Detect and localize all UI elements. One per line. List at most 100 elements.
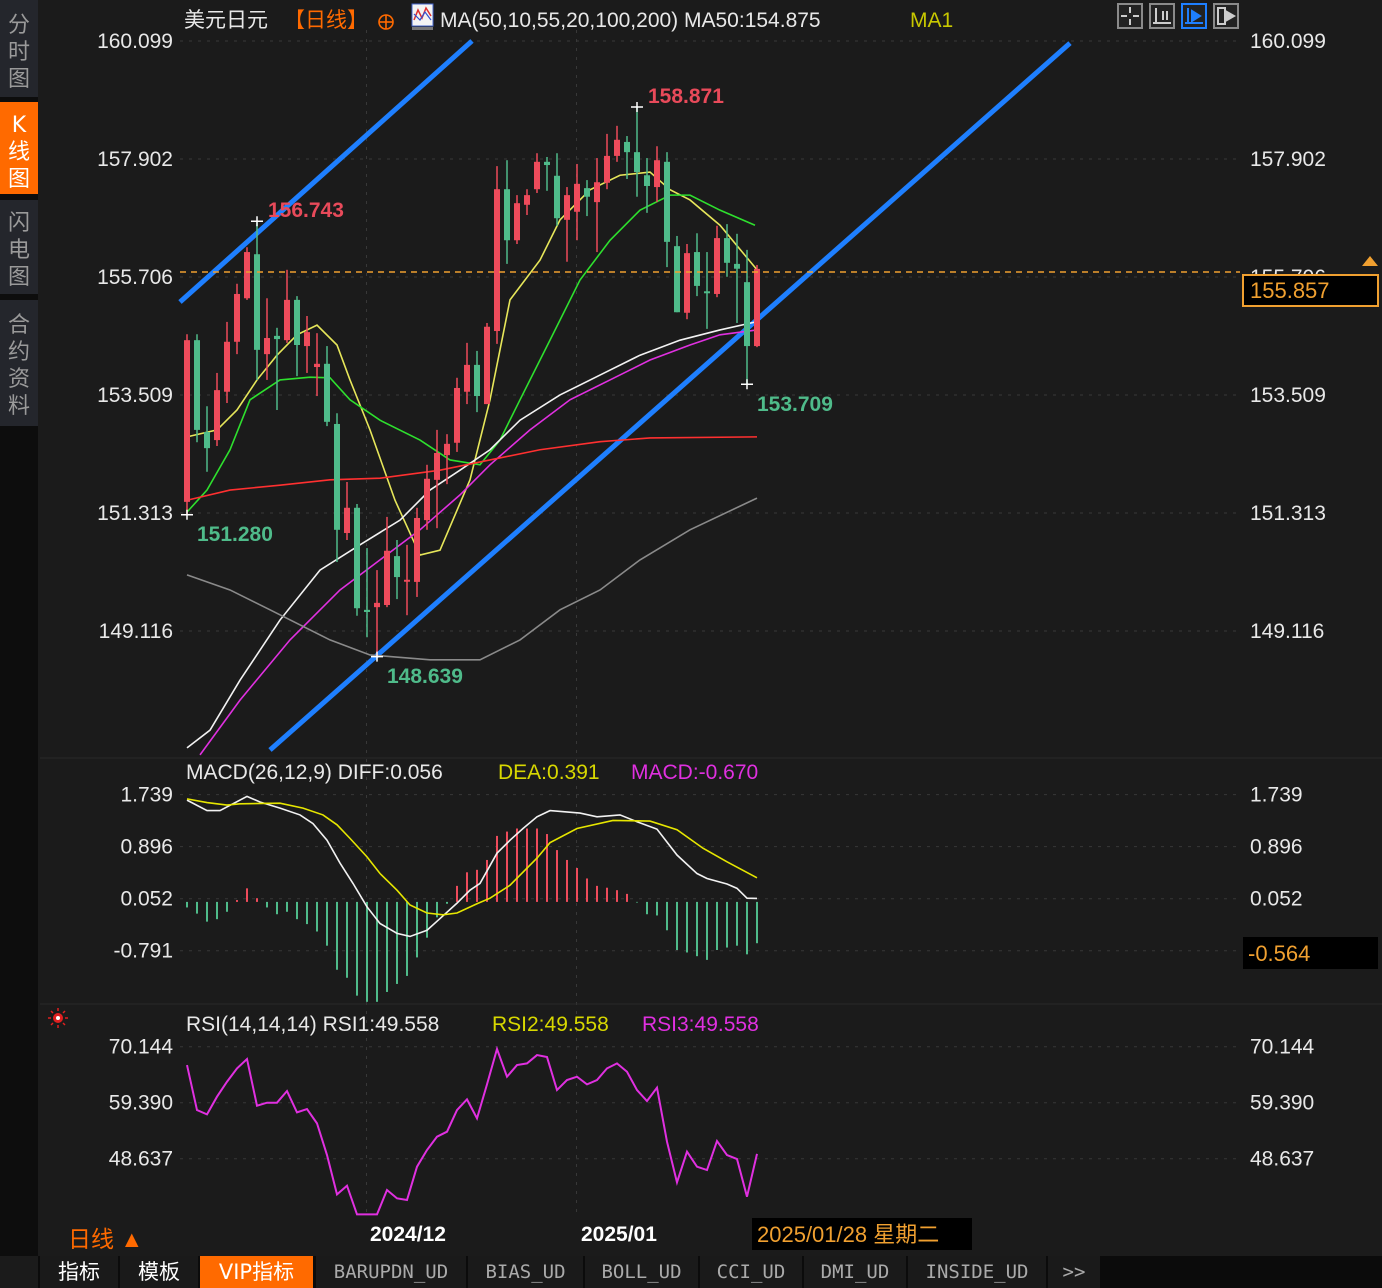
tab-vip-[interactable]: VIP指标 xyxy=(200,1256,313,1288)
high-annotation: 156.743 xyxy=(268,199,344,222)
candle-body xyxy=(724,238,730,263)
tab-barupdn-ud[interactable]: BARUPDN_UD xyxy=(316,1256,466,1288)
candle xyxy=(534,153,540,193)
tab-boll-ud[interactable]: BOLL_UD xyxy=(585,1256,698,1288)
candle-body xyxy=(424,478,430,521)
candle-body xyxy=(304,332,310,347)
macd-value-legend: MACD:-0.670 xyxy=(631,761,758,784)
y-axis-label-right: 70.144 xyxy=(1250,1036,1315,1059)
candle xyxy=(414,507,420,597)
sidebar-item-contract-info[interactable]: 合约资料 xyxy=(0,300,38,426)
candle-body xyxy=(704,291,710,294)
period-label[interactable]: 【日线】 xyxy=(284,9,368,32)
candle-body xyxy=(254,254,260,350)
tab-bias-ud[interactable]: BIAS_UD xyxy=(468,1256,583,1288)
candle-body xyxy=(404,579,410,582)
candle-body xyxy=(594,182,600,203)
candle-body xyxy=(654,160,660,188)
low-annotation: 153.709 xyxy=(757,393,833,416)
candle xyxy=(214,372,220,446)
chart-canvas[interactable]: 160.099160.099157.902157.902155.706155.7… xyxy=(0,0,1382,1256)
y-axis-label-right: 153.509 xyxy=(1250,384,1326,407)
candle-body xyxy=(514,203,520,241)
indicator-settings-icon[interactable] xyxy=(48,1008,68,1028)
tab-dmi-ud[interactable]: DMI_UD xyxy=(804,1256,906,1288)
candle-body xyxy=(194,340,200,430)
candle xyxy=(654,146,660,203)
candle xyxy=(184,334,190,515)
candle-body xyxy=(344,507,350,534)
low-annotation: 151.280 xyxy=(197,523,273,546)
macd-current-label: -0.564 xyxy=(1248,941,1310,966)
sidebar-item-kline[interactable]: K线图 xyxy=(0,102,38,194)
candle xyxy=(514,195,520,245)
candle-body xyxy=(614,139,620,156)
candle-body xyxy=(634,152,640,173)
candle xyxy=(614,125,620,162)
sidebar-item-flash[interactable]: 闪电图 xyxy=(0,200,38,294)
candle-body xyxy=(474,364,480,397)
candle-body xyxy=(524,195,530,205)
x-axis-label: 2025/01 xyxy=(581,1223,657,1246)
candle-body xyxy=(324,363,330,422)
indicator-chart-icon[interactable] xyxy=(411,3,434,30)
scroll-up-icon[interactable] xyxy=(1362,256,1378,266)
candle xyxy=(584,180,590,217)
tab--[interactable]: >> xyxy=(1048,1256,1100,1288)
candle-body xyxy=(294,299,300,346)
candle-body xyxy=(684,253,690,313)
rsi2-legend: RSI2:49.558 xyxy=(492,1013,609,1036)
candle xyxy=(684,244,690,320)
indicator-tab-bar: 指标 模板 VIP指标 BARUPDN_UD BIAS_UD BOLL_UD CCI_UD D… xyxy=(38,1256,1382,1288)
candle xyxy=(474,350,480,413)
candle-body xyxy=(414,517,420,582)
candle xyxy=(424,464,430,530)
candle-body xyxy=(434,452,440,480)
y-axis-label-left: 153.509 xyxy=(97,384,173,407)
y-axis-label-left: 1.739 xyxy=(120,784,173,807)
cursor-date: 2025/01/28 星期二 xyxy=(757,1222,939,1247)
candle xyxy=(374,570,380,657)
y-axis-label-right: 151.313 xyxy=(1250,502,1326,525)
y-axis-label-left: 151.313 xyxy=(97,502,173,525)
y-axis-label-left: 0.896 xyxy=(120,836,173,859)
candle xyxy=(744,249,750,385)
tab-inside-ud[interactable]: INSIDE_UD xyxy=(908,1256,1046,1288)
y-axis-label-right: 1.739 xyxy=(1250,784,1303,807)
candle-body xyxy=(624,141,630,153)
candle-body xyxy=(334,423,340,530)
add-circle-icon[interactable] xyxy=(378,14,394,30)
candle-body xyxy=(504,189,510,241)
candle-body xyxy=(664,161,670,242)
candle xyxy=(594,158,600,253)
y-axis-label-left: 160.099 xyxy=(97,30,173,53)
y-axis-label-right: 0.896 xyxy=(1250,836,1303,859)
crosshair-tool-icon[interactable] xyxy=(1117,3,1143,29)
candle xyxy=(324,346,330,427)
candle xyxy=(504,160,510,264)
rsi-legend: RSI(14,14,14) RSI1:49.558 xyxy=(186,1013,439,1036)
candle-body xyxy=(184,340,190,502)
sidebar-item-timeshare[interactable]: 分时图 xyxy=(0,0,38,97)
candle xyxy=(554,153,560,226)
sidebar: 分时图 K线图 闪电图 合约资料 xyxy=(0,0,38,1256)
candle-body xyxy=(714,238,720,294)
candle-body xyxy=(444,443,450,456)
low-annotation: 148.639 xyxy=(387,665,463,688)
tab-cci-ud[interactable]: CCI_UD xyxy=(700,1256,802,1288)
rsi3-legend: RSI3:49.558 xyxy=(642,1013,759,1036)
tab--[interactable]: 指标 xyxy=(40,1256,118,1288)
candle xyxy=(204,406,210,472)
y-axis-label-left: 48.637 xyxy=(109,1148,173,1171)
extreme-marker xyxy=(251,216,263,227)
y-axis-label-left: 59.390 xyxy=(109,1092,173,1115)
candle-body xyxy=(464,364,470,392)
draw-tool-icon[interactable] xyxy=(1181,3,1207,29)
measure-tool-icon[interactable] xyxy=(1149,3,1175,29)
candle xyxy=(634,106,640,197)
y-axis-label-left: 70.144 xyxy=(109,1036,174,1059)
tab--[interactable]: 模板 xyxy=(120,1256,198,1288)
period-switch[interactable]: 日线 ▲ xyxy=(68,1226,143,1252)
exit-tool-icon[interactable] xyxy=(1213,3,1239,29)
candle xyxy=(254,221,260,380)
